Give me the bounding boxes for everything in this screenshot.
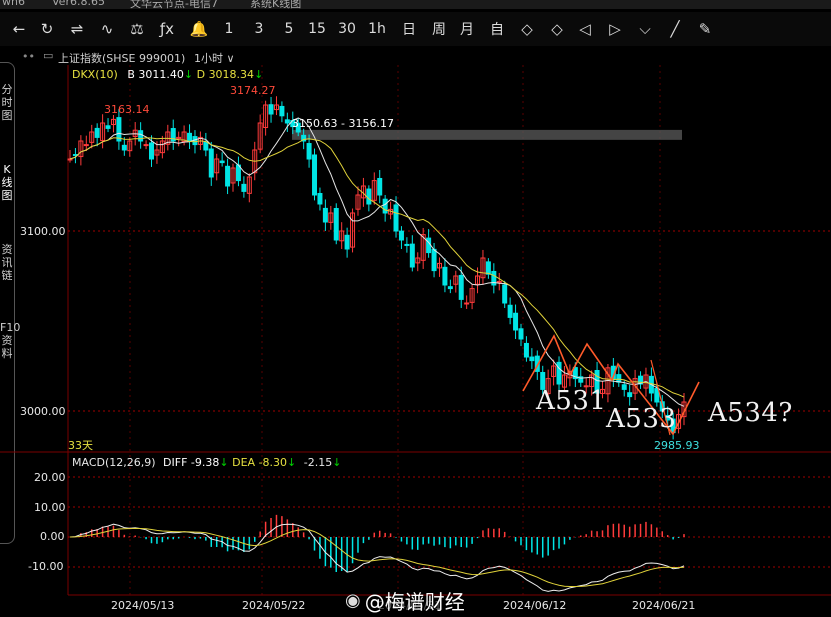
candle-down [447,286,453,290]
candle-up [143,144,149,147]
candle-down [458,274,464,300]
candle-down [382,198,388,214]
candle-down [306,143,312,160]
weibo-icon: ◉ [345,590,361,611]
candle-down [317,193,323,205]
wave-label-a534: A534? [708,398,793,428]
candle-down [366,188,372,205]
candle-down [518,328,524,340]
down-arrow-icon: ↓ [287,456,297,469]
madkx-line [69,137,685,398]
candle-down [219,160,225,164]
down-arrow-icon: ↓ [219,456,229,469]
candle-down [426,237,432,254]
candle-down [284,119,290,124]
candle-down [616,374,622,383]
candle-down [149,142,155,160]
down-arrow-icon: ↓ [254,68,264,81]
candle-down [398,230,404,241]
candle-up [464,302,470,305]
watermark-text: @梅谱财经 [364,590,465,614]
candle-down [344,234,350,250]
candle-up [83,144,89,147]
candle-down [513,312,519,331]
macd-diff-label: DIFF [163,456,188,469]
candle-down [404,243,410,246]
macd-hist-value: -2.15 [303,456,333,469]
dkx-name: DKX(10) [72,68,118,81]
range-box [292,129,682,140]
candle-down [268,104,274,115]
macd-tick-20: 20.00 [34,471,66,484]
macd-diff-value: -9.38 [190,456,220,469]
high-label-1: 3163.14 [104,103,150,116]
candle-down [556,361,562,385]
candle-down [409,243,415,268]
macd-dea-label: DEA [232,456,256,469]
down-arrow-icon: ↓ [332,456,342,469]
date-label-1: 2024/05/13 [111,599,175,612]
candle-up [67,158,73,161]
macd-legend: MACD(12,26,9) DIFF -9.38↓ DEA -8.30↓ -2.… [72,456,341,469]
candle-down [203,141,209,151]
candle-down [393,204,399,232]
candle-down [138,130,144,142]
candle-down [121,144,127,151]
wave-label-a531: A531 [536,386,607,416]
candle-down [208,148,214,178]
candle-down [187,132,193,142]
watermark: ◉ @梅谱财经 [345,586,465,615]
macd-dea-value: -8.30 [258,456,288,469]
candle-down [442,266,448,286]
date-label-2: 2024/05/22 [242,599,306,612]
candle-down [94,127,100,138]
days-counter: 33天 [68,439,93,452]
macd-name: MACD(12,26,9) [72,456,156,469]
candle-down [621,384,627,390]
low-label: 2985.93 [654,439,700,452]
dkx-b-label: B [127,68,135,81]
candle-down [279,105,285,117]
dkx-legend: DKX(10) B 3011.40↓ D 3018.34↓ [72,68,263,81]
candle-down [225,165,231,187]
candle-down [241,183,247,192]
dkx-line [69,117,685,407]
dkx-b-value: 3011.40 [138,68,184,81]
range-label: 3150.63 - 3156.17 [292,117,394,130]
candle-down [312,154,318,196]
macd-tick-neg10: -10.00 [28,560,64,573]
date-label-4: 2024/06/12 [503,599,567,612]
candle-down [333,208,339,241]
candle-down [523,342,529,358]
candle-up [496,280,502,283]
down-arrow-icon: ↓ [183,68,194,81]
high-label-2: 3174.27 [230,84,276,97]
candle-down [105,125,111,129]
candle-down [116,117,122,142]
candle-down [502,284,508,304]
price-tick-3100: 3100.00 [20,225,66,238]
candle-down [322,207,328,223]
candle-down [377,177,383,196]
macd-tick-10: 10.00 [34,501,66,514]
price-tick-3000: 3000.00 [20,405,66,418]
candle-down [627,392,633,398]
candle-down [507,304,513,318]
kline-chart[interactable] [0,0,831,617]
candle-down [485,261,491,275]
candle-down [431,248,437,272]
dkx-d-value: 3018.34 [208,68,255,81]
date-label-5: 2024/06/21 [632,599,696,612]
candle-down [529,356,535,362]
macd-tick-0: 0.00 [40,530,65,543]
dkx-d-label: D [196,68,206,81]
wave-label-a533: A533 [606,404,677,434]
